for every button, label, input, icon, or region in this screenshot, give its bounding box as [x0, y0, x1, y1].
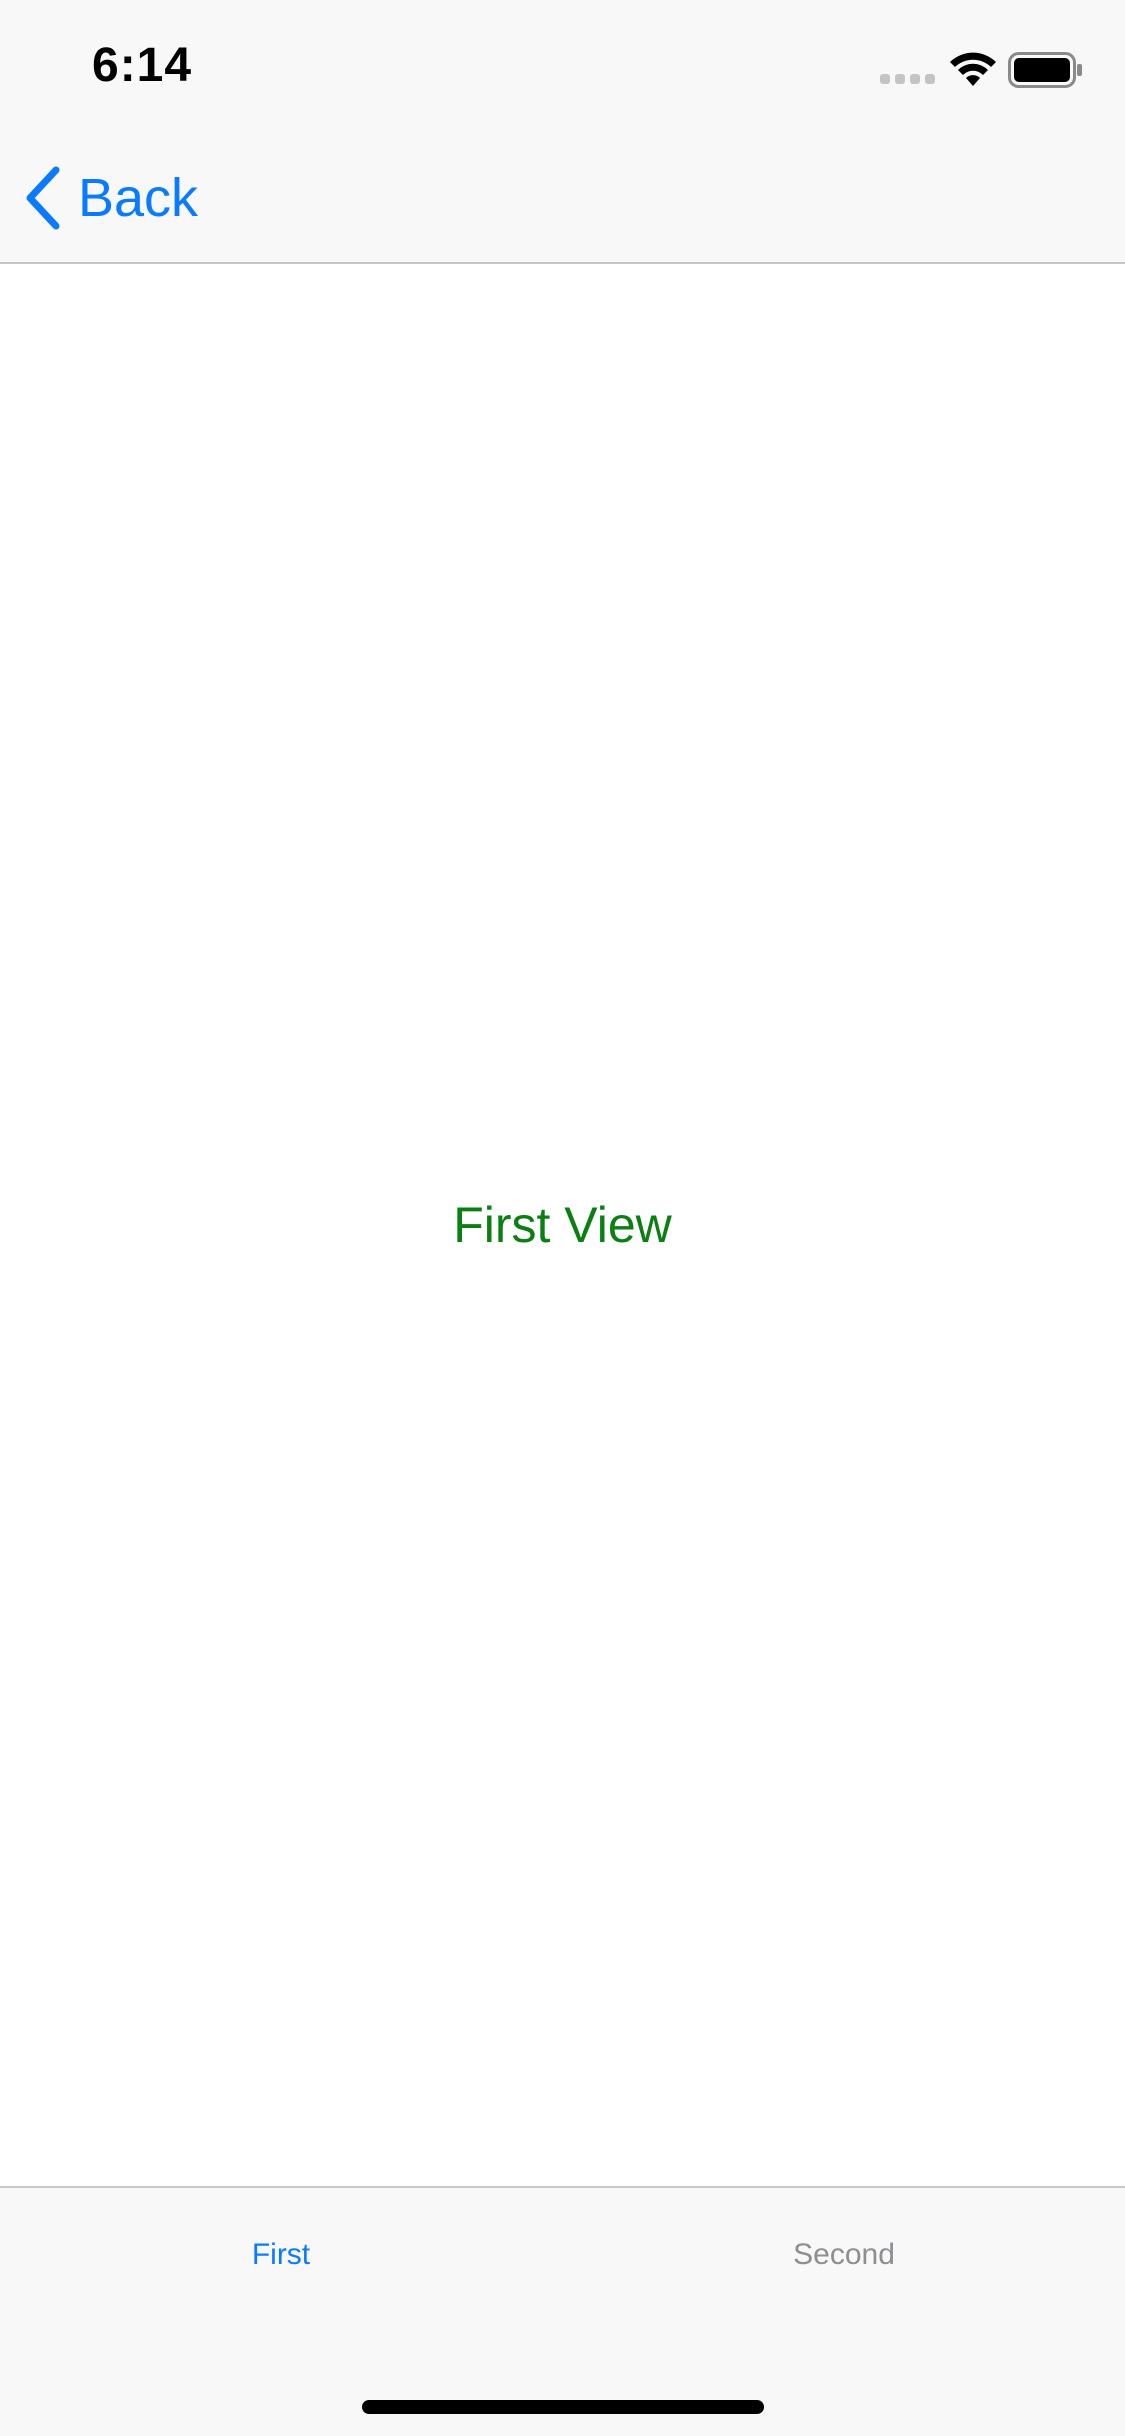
app-screen: 6:14 Back First View First Second: [0, 0, 1125, 2436]
back-button[interactable]: Back: [24, 162, 198, 234]
tab-first-label: First: [251, 2238, 311, 2271]
battery-icon: [1008, 52, 1082, 88]
view-title: First View: [453, 1197, 672, 1253]
home-indicator[interactable]: [362, 2400, 764, 2414]
tab-second[interactable]: Second: [563, 2188, 1125, 2322]
tab-first[interactable]: First: [0, 2188, 562, 2322]
wifi-icon: [950, 52, 996, 86]
tab-second-label: Second: [793, 2238, 895, 2271]
navigation-bar: Back: [0, 132, 1125, 264]
status-time: 6:14: [92, 39, 193, 92]
cellular-signal-icon: [880, 74, 935, 84]
tab-bar: First Second: [0, 2186, 1125, 2436]
content-area: First View: [0, 264, 1125, 2186]
back-label: Back: [78, 168, 199, 228]
chevron-left-icon: [26, 166, 60, 230]
status-bar: 6:14: [0, 0, 1125, 132]
